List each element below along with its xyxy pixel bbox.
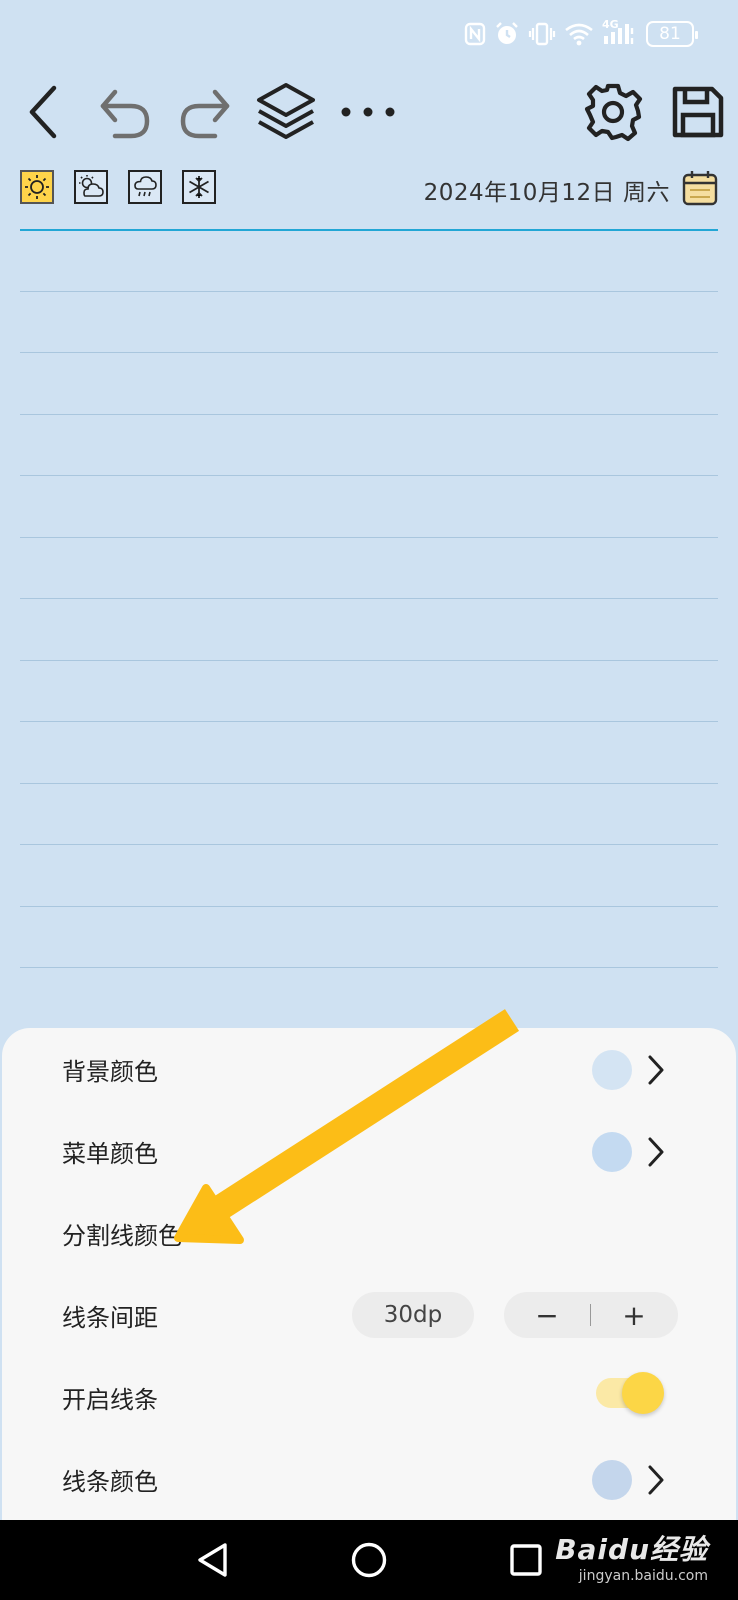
rain-icon[interactable] (128, 170, 162, 204)
chevron-left-icon (29, 85, 57, 139)
save-button[interactable] (666, 78, 730, 146)
network-type: 4G (602, 18, 619, 31)
signal-icon: 4G (602, 18, 638, 46)
ruled-line (20, 475, 718, 476)
row-label: 分割线颜色 (62, 1222, 182, 1250)
watermark-brand: Baidu经验 (555, 1533, 708, 1566)
increase-button[interactable]: + (591, 1292, 677, 1338)
divider-color-row[interactable]: 分割线颜色 (2, 1194, 736, 1274)
floppy-disk-icon (672, 86, 724, 138)
status-icons: 4G 81 (464, 18, 698, 50)
enable-lines-row: 开启线条 (2, 1358, 736, 1438)
nav-back-button[interactable] (188, 1538, 236, 1582)
ruled-line (20, 537, 718, 538)
navigation-bar: Baidu经验 jingyan.baidu.com (0, 1520, 738, 1600)
ruled-writing-area[interactable] (20, 230, 718, 1000)
back-button[interactable] (12, 78, 76, 146)
status-bar: 4G 81 (0, 0, 738, 72)
row-label: 背景颜色 (62, 1058, 158, 1086)
row-label: 线条颜色 (62, 1468, 158, 1496)
row-label: 线条间距 (62, 1304, 158, 1332)
undo-icon (100, 89, 150, 139)
triangle-back-icon (198, 1543, 227, 1577)
ruled-line (20, 414, 718, 415)
nfc-icon (464, 22, 486, 46)
line-settings-sheet: 背景颜色 菜单颜色 分割线颜色 线条间距 30dp − + 开启线条 线条颜色 (2, 1028, 736, 1520)
menu-color-row[interactable]: 菜单颜色 (2, 1112, 736, 1192)
nav-recents-button[interactable] (502, 1538, 550, 1582)
background-color-swatch[interactable] (592, 1050, 632, 1090)
battery-indicator: 81 (646, 21, 698, 47)
weather-selector (20, 170, 216, 210)
square-recents-icon (510, 1544, 542, 1576)
ruled-line (20, 291, 718, 292)
vibrate-icon (528, 22, 556, 46)
ruled-line (20, 906, 718, 907)
layers-icon (257, 83, 315, 139)
ruled-line (20, 352, 718, 353)
sunny-icon[interactable] (20, 170, 54, 204)
row-label: 菜单颜色 (62, 1140, 158, 1168)
line-spacing-stepper: − + (504, 1292, 678, 1338)
wifi-icon (564, 22, 594, 46)
nav-home-button[interactable] (345, 1538, 393, 1582)
circle-home-icon (351, 1542, 387, 1578)
ruled-line (20, 660, 718, 661)
ruled-line (20, 967, 718, 968)
chevron-right-icon[interactable] (638, 1462, 674, 1498)
alarm-icon (494, 21, 520, 47)
calendar-icon[interactable] (682, 170, 718, 210)
decrease-button[interactable]: − (504, 1292, 590, 1338)
partly-cloudy-icon[interactable] (74, 170, 108, 204)
chevron-right-icon[interactable] (638, 1052, 674, 1088)
line-color-swatch[interactable] (592, 1460, 632, 1500)
ruled-line (20, 783, 718, 784)
ruled-line (20, 844, 718, 845)
more-button[interactable] (336, 78, 400, 146)
layers-button[interactable] (254, 78, 318, 146)
ruled-line (20, 721, 718, 722)
line-spacing-row: 线条间距 30dp − + (2, 1276, 736, 1356)
toggle-knob (622, 1372, 664, 1414)
snow-icon[interactable] (182, 170, 216, 204)
chevron-right-icon[interactable] (638, 1134, 674, 1170)
redo-button[interactable] (174, 78, 238, 146)
line-color-row[interactable]: 线条颜色 (2, 1440, 736, 1520)
redo-icon (180, 89, 230, 139)
background-color-row[interactable]: 背景颜色 (2, 1030, 736, 1110)
editor-toolbar (0, 78, 738, 146)
gear-icon (584, 83, 643, 142)
date-label: 2024年10月12日 周六 (423, 180, 670, 206)
undo-button[interactable] (92, 78, 156, 146)
menu-color-swatch[interactable] (592, 1132, 632, 1172)
date-picker[interactable]: 2024年10月12日 周六 (424, 170, 718, 210)
baidu-watermark: Baidu经验 jingyan.baidu.com (555, 1528, 708, 1588)
enable-lines-toggle[interactable] (596, 1372, 664, 1414)
row-label: 开启线条 (62, 1386, 158, 1414)
ruled-line (20, 598, 718, 599)
settings-button[interactable] (581, 78, 645, 146)
line-spacing-value: 30dp (352, 1292, 474, 1338)
watermark-url: jingyan.baidu.com (578, 1568, 708, 1584)
more-horizontal-icon (341, 107, 395, 117)
